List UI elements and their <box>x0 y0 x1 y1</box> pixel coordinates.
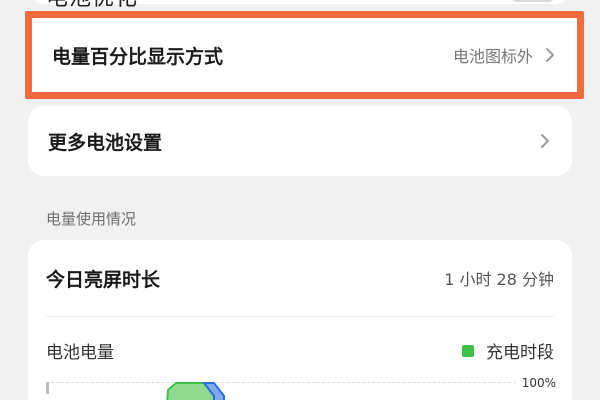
screen-time-value: 1 小时 28 分钟 <box>444 270 554 289</box>
chart-legend: 充电时段 <box>462 338 554 363</box>
display-mode-row[interactable]: 电量百分比显示方式 电池图标外 <box>32 18 577 92</box>
chart-left-tick <box>46 382 49 394</box>
chevron-right-icon <box>546 48 554 62</box>
screen-time-row[interactable]: 今日亮屏时长 1 小时 28 分钟 <box>28 240 572 316</box>
battery-level-label: 电池电量 <box>46 343 114 363</box>
divider <box>46 316 554 317</box>
more-battery-settings-label: 更多电池设置 <box>48 131 163 154</box>
charging-area <box>166 382 216 400</box>
more-battery-settings-row[interactable]: 更多电池设置 <box>28 106 572 176</box>
battery-settings-page: 电池优化 电量百分比显示方式 电池图标外 更多电池设置 电量使用情况 今日亮屏时… <box>0 0 600 400</box>
screen-time-label: 今日亮屏时长 <box>46 268 161 291</box>
display-mode-right: 电池图标外 <box>453 43 557 67</box>
chart-100-percent-label: 100% <box>521 376 556 390</box>
chevron-right-icon <box>541 134 549 148</box>
charging-legend-swatch <box>462 344 474 357</box>
usage-section-label: 电量使用情况 <box>46 210 137 228</box>
usage-area <box>201 382 225 400</box>
partial-card-top: 电池优化 <box>28 0 572 11</box>
chart-gridline <box>46 382 516 383</box>
display-mode-label: 电量百分比显示方式 <box>52 45 224 68</box>
partial-toggle-switch[interactable] <box>510 0 556 2</box>
battery-usage-card: 今日亮屏时长 1 小时 28 分钟 电池电量 充电时段 100% <box>28 240 572 400</box>
more-battery-settings-card[interactable]: 更多电池设置 <box>28 106 572 176</box>
highlight-box: 电量百分比显示方式 电池图标外 <box>25 11 584 99</box>
charging-legend-label: 充电时段 <box>486 343 554 363</box>
display-mode-value: 电池图标外 <box>452 47 533 66</box>
